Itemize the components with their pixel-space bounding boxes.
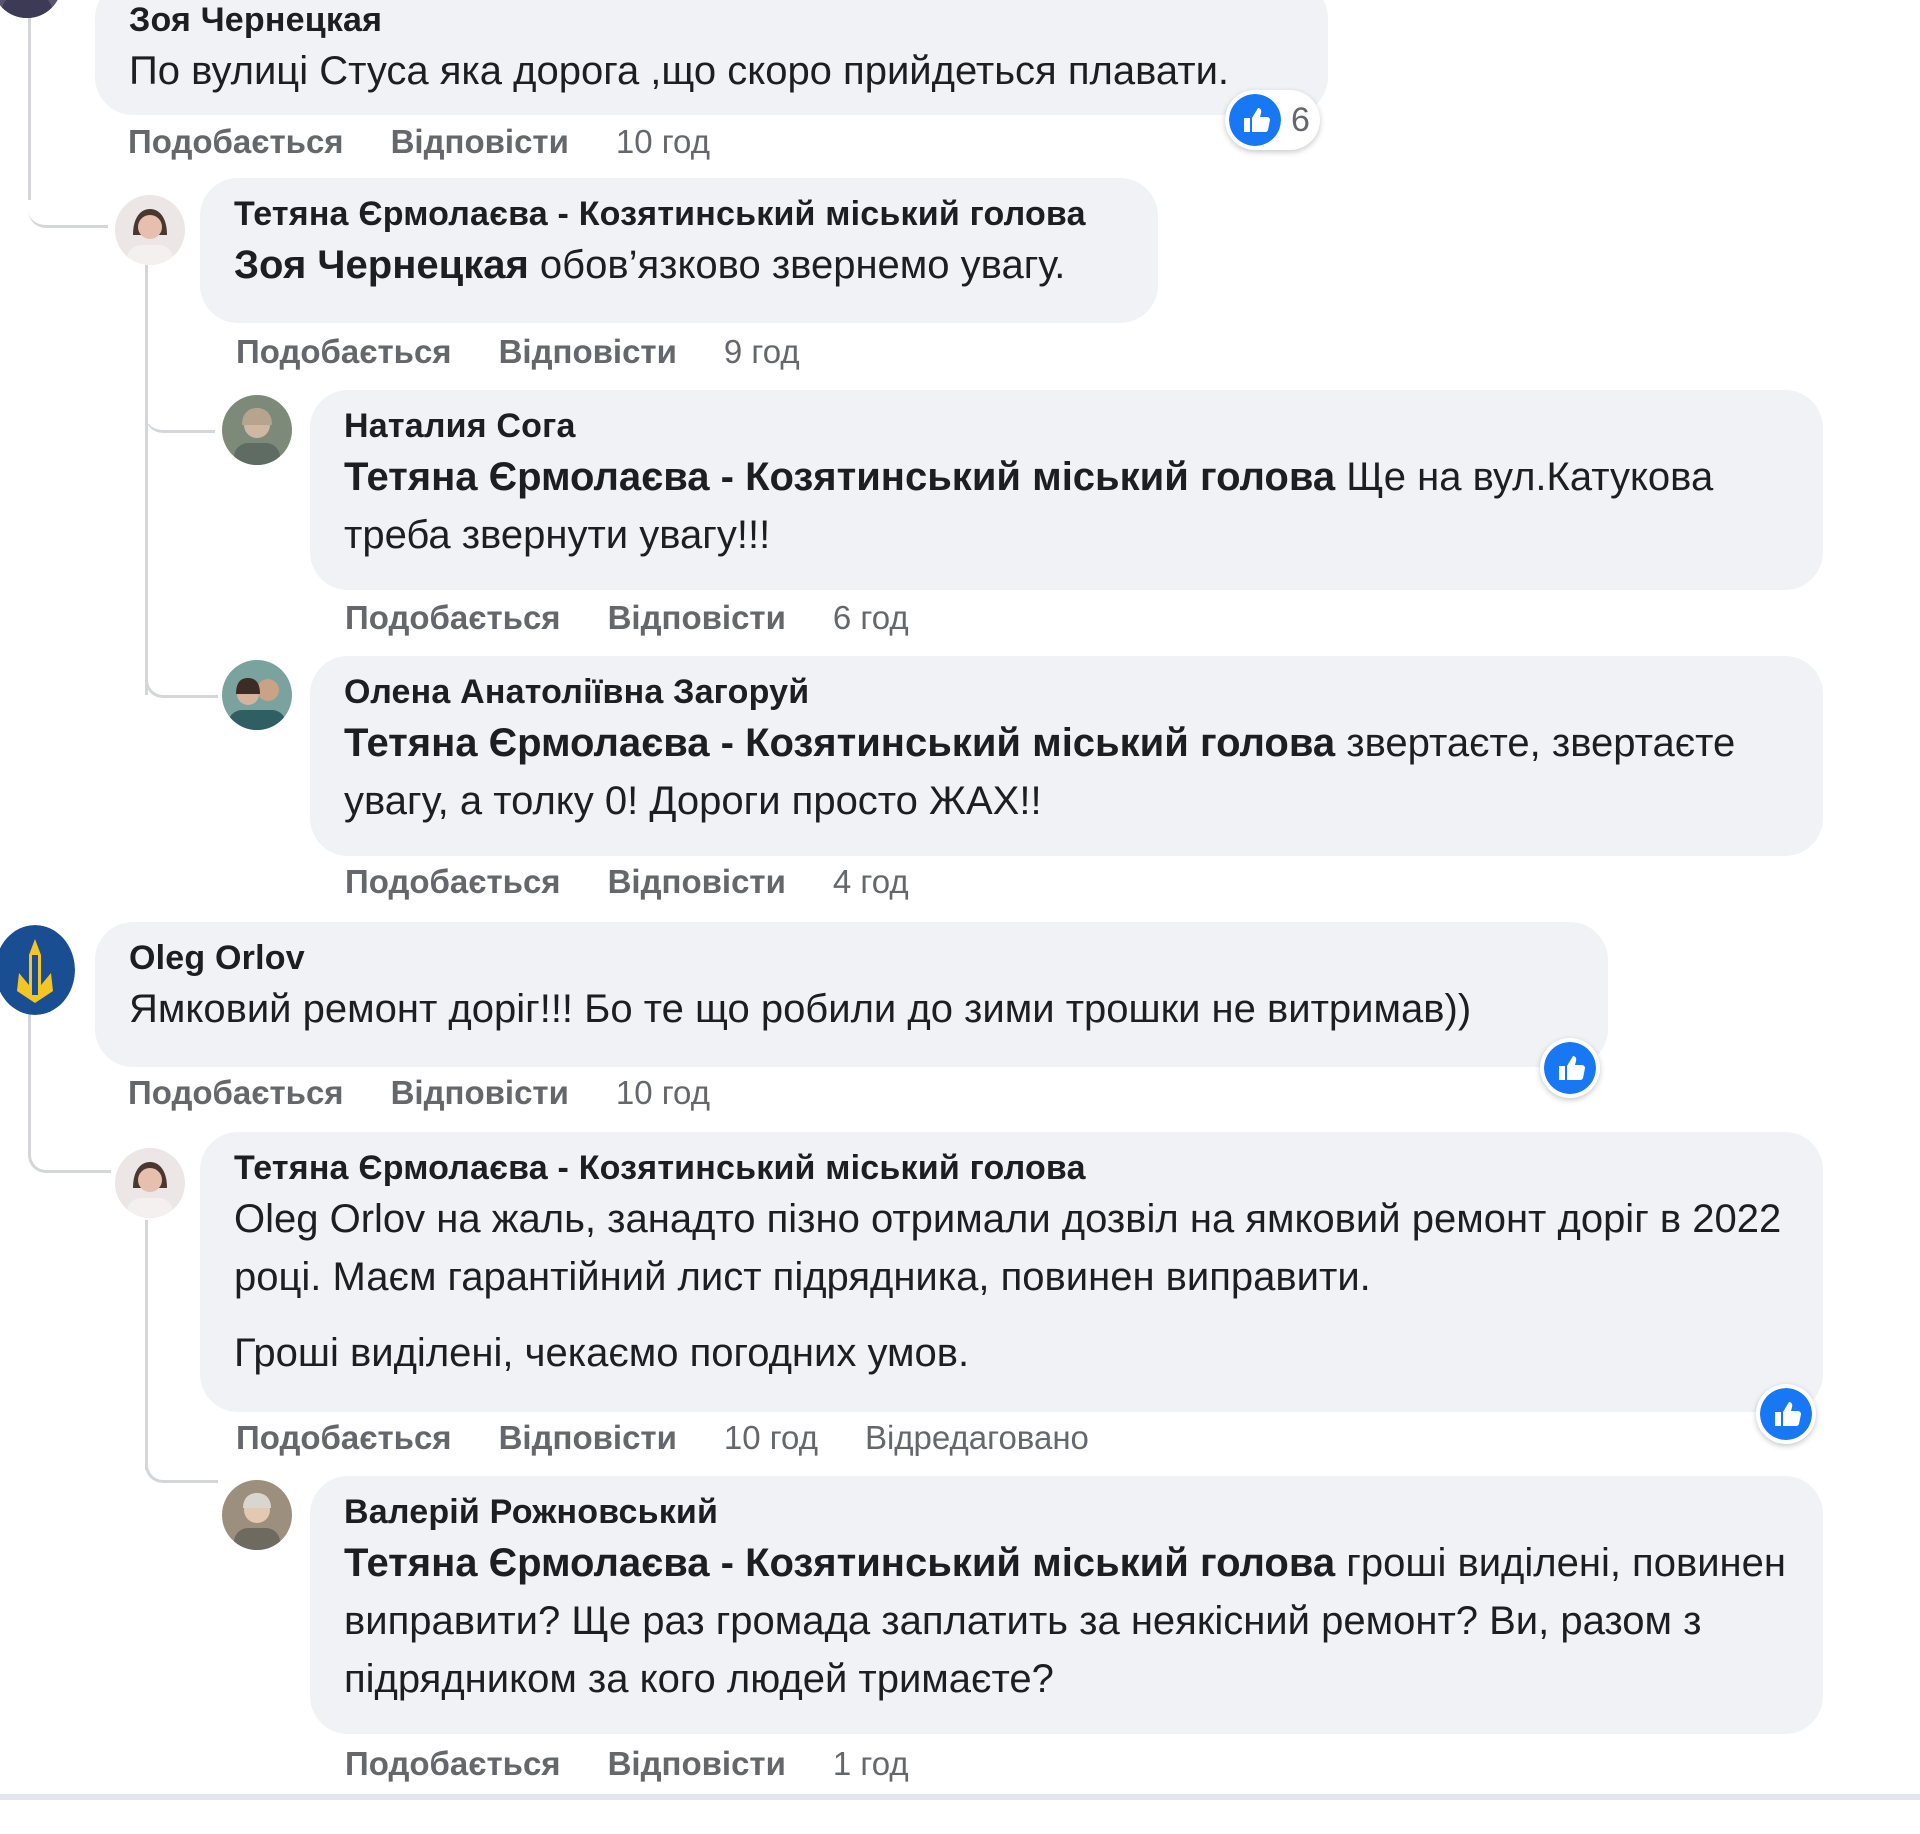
- reaction-badge[interactable]: [1756, 1384, 1816, 1444]
- reply-button[interactable]: Відповісти: [608, 1744, 786, 1784]
- reaction-count: 6: [1291, 100, 1310, 139]
- divider: [0, 1794, 1920, 1800]
- comment-timestamp[interactable]: 6 год: [833, 598, 909, 638]
- avatar[interactable]: [222, 1480, 292, 1550]
- thread-connector: [28, 150, 108, 228]
- thumbs-up-icon: [1229, 94, 1281, 146]
- comment-author[interactable]: Oleg Orlov: [129, 936, 1574, 980]
- comment-text: По вулиці Стуса яка дорога ,що скоро при…: [129, 49, 1230, 93]
- like-button[interactable]: Подобається: [345, 862, 561, 902]
- avatar[interactable]: [222, 660, 292, 730]
- like-button[interactable]: Подобається: [128, 1073, 344, 1113]
- comment-timestamp[interactable]: 10 год: [616, 122, 710, 162]
- comment-author[interactable]: Валерій Рожновський: [344, 1490, 1789, 1534]
- comment-text: Зоя Чернецкая обов’язково звернемо увагу…: [234, 243, 1066, 287]
- comment-actions: Подобається Відповісти 9 год: [236, 332, 800, 372]
- comment-timestamp[interactable]: 9 год: [724, 332, 800, 372]
- comment-bubble: Тетяна Єрмолаєва - Козятинський міський …: [200, 1132, 1823, 1412]
- like-button[interactable]: Подобається: [236, 1418, 452, 1458]
- comment-actions: Подобається Відповісти 10 год: [128, 122, 710, 162]
- comment-actions: Подобається Відповісти 1 год: [345, 1744, 909, 1784]
- reply-button[interactable]: Відповісти: [499, 332, 677, 372]
- thread-connector: [28, 1120, 111, 1173]
- like-button[interactable]: Подобається: [128, 122, 344, 162]
- comment-bubble: Тетяна Єрмолаєва - Козятинський міський …: [200, 178, 1158, 323]
- comment-timestamp[interactable]: 10 год: [724, 1418, 818, 1458]
- comment-author[interactable]: Тетяна Єрмолаєва - Козятинський міський …: [234, 192, 1124, 236]
- comment-author[interactable]: Тетяна Єрмолаєва - Козятинський міський …: [234, 1146, 1789, 1190]
- like-button[interactable]: Подобається: [345, 1744, 561, 1784]
- thread-connector: [145, 370, 215, 433]
- comment-author[interactable]: Зоя Чернецкая: [129, 0, 1294, 42]
- edited-label[interactable]: Відредаговано: [865, 1418, 1089, 1458]
- comment-bubble: Валерій Рожновський Тетяна Єрмолаєва - К…: [310, 1476, 1823, 1734]
- reaction-badge[interactable]: 6: [1225, 90, 1320, 150]
- mention-link[interactable]: Тетяна Єрмолаєва - Козятинський міський …: [344, 721, 1335, 765]
- reply-button[interactable]: Відповісти: [608, 598, 786, 638]
- reply-button[interactable]: Відповісти: [608, 862, 786, 902]
- avatar[interactable]: [115, 1148, 185, 1218]
- reaction-badge[interactable]: [1540, 1038, 1600, 1098]
- reply-button[interactable]: Відповісти: [499, 1418, 677, 1458]
- thread-connector: [145, 1430, 218, 1483]
- thumbs-up-icon: [1760, 1388, 1812, 1440]
- thread-line: [145, 265, 148, 695]
- comment-bubble: Наталия Сога Тетяна Єрмолаєва - Козятинс…: [310, 390, 1823, 590]
- thumbs-up-icon: [1544, 1042, 1596, 1094]
- mention-link[interactable]: Тетяна Єрмолаєва - Козятинський міський …: [344, 1541, 1335, 1585]
- comment-bubble: Зоя Чернецкая По вулиці Стуса яка дорога…: [95, 0, 1328, 115]
- comment-author[interactable]: Олена Анатоліївна Загоруй: [344, 670, 1789, 714]
- comment-text: Тетяна Єрмолаєва - Козятинський міський …: [344, 455, 1714, 557]
- comment-actions: Подобається Відповісти 10 год Відредагов…: [236, 1418, 1089, 1458]
- avatar[interactable]: [222, 395, 292, 465]
- comment-text: Ямковий ремонт доріг!!! Бо те що робили …: [129, 987, 1472, 1031]
- like-button[interactable]: Подобається: [345, 598, 561, 638]
- comment-author[interactable]: Наталия Сога: [344, 404, 1789, 448]
- comment-text: Тетяна Єрмолаєва - Козятинський міський …: [344, 721, 1736, 823]
- comment-text: Oleg Orlov на жаль, занадто пізно отрима…: [234, 1197, 1782, 1375]
- comment-actions: Подобається Відповісти 6 год: [345, 598, 909, 638]
- comment-timestamp[interactable]: 4 год: [833, 862, 909, 902]
- comment-bubble: Oleg Orlov Ямковий ремонт доріг!!! Бо те…: [95, 922, 1608, 1067]
- avatar[interactable]: [0, 925, 75, 1015]
- comment-text: Тетяна Єрмолаєва - Козятинський міський …: [344, 1541, 1786, 1701]
- reply-button[interactable]: Відповісти: [391, 122, 569, 162]
- comment-actions: Подобається Відповісти 4 год: [345, 862, 909, 902]
- mention-link[interactable]: Тетяна Єрмолаєва - Козятинський міський …: [344, 455, 1335, 499]
- avatar[interactable]: [115, 195, 185, 265]
- like-button[interactable]: Подобається: [236, 332, 452, 372]
- comment-timestamp[interactable]: 1 год: [833, 1744, 909, 1784]
- reply-button[interactable]: Відповісти: [391, 1073, 569, 1113]
- comment-bubble: Олена Анатоліївна Загоруй Тетяна Єрмолає…: [310, 656, 1823, 856]
- comment-timestamp[interactable]: 10 год: [616, 1073, 710, 1113]
- thread-connector: [145, 640, 218, 698]
- avatar[interactable]: [0, 0, 62, 18]
- mention-link[interactable]: Зоя Чернецкая: [234, 243, 529, 287]
- comment-actions: Подобається Відповісти 10 год: [128, 1073, 710, 1113]
